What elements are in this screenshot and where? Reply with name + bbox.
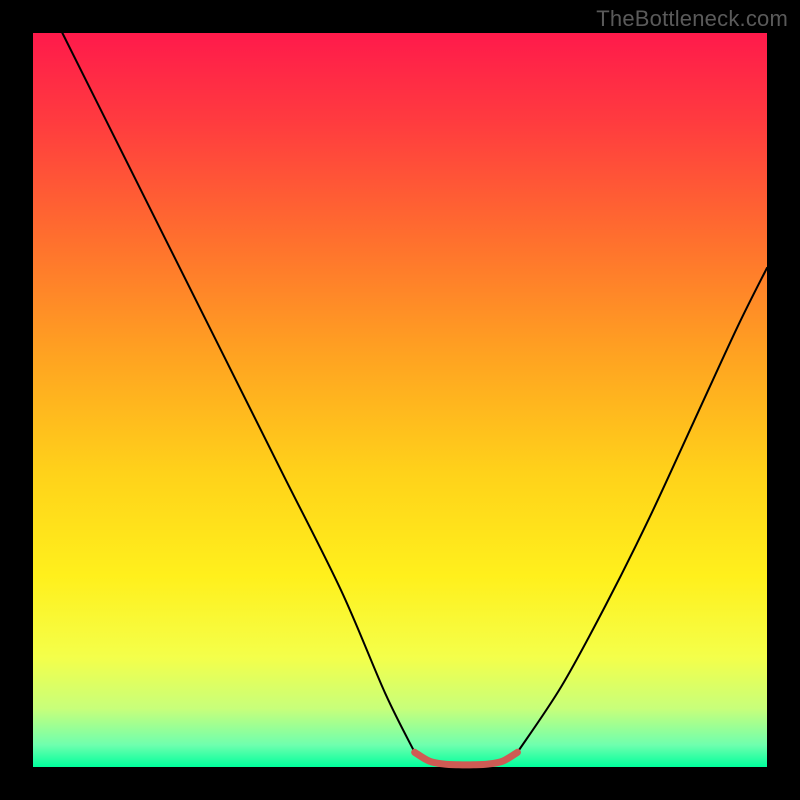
chart-frame: TheBottleneck.com [0,0,800,800]
bottleneck-chart [0,0,800,800]
plot-background [33,33,767,767]
watermark-text: TheBottleneck.com [596,6,788,32]
